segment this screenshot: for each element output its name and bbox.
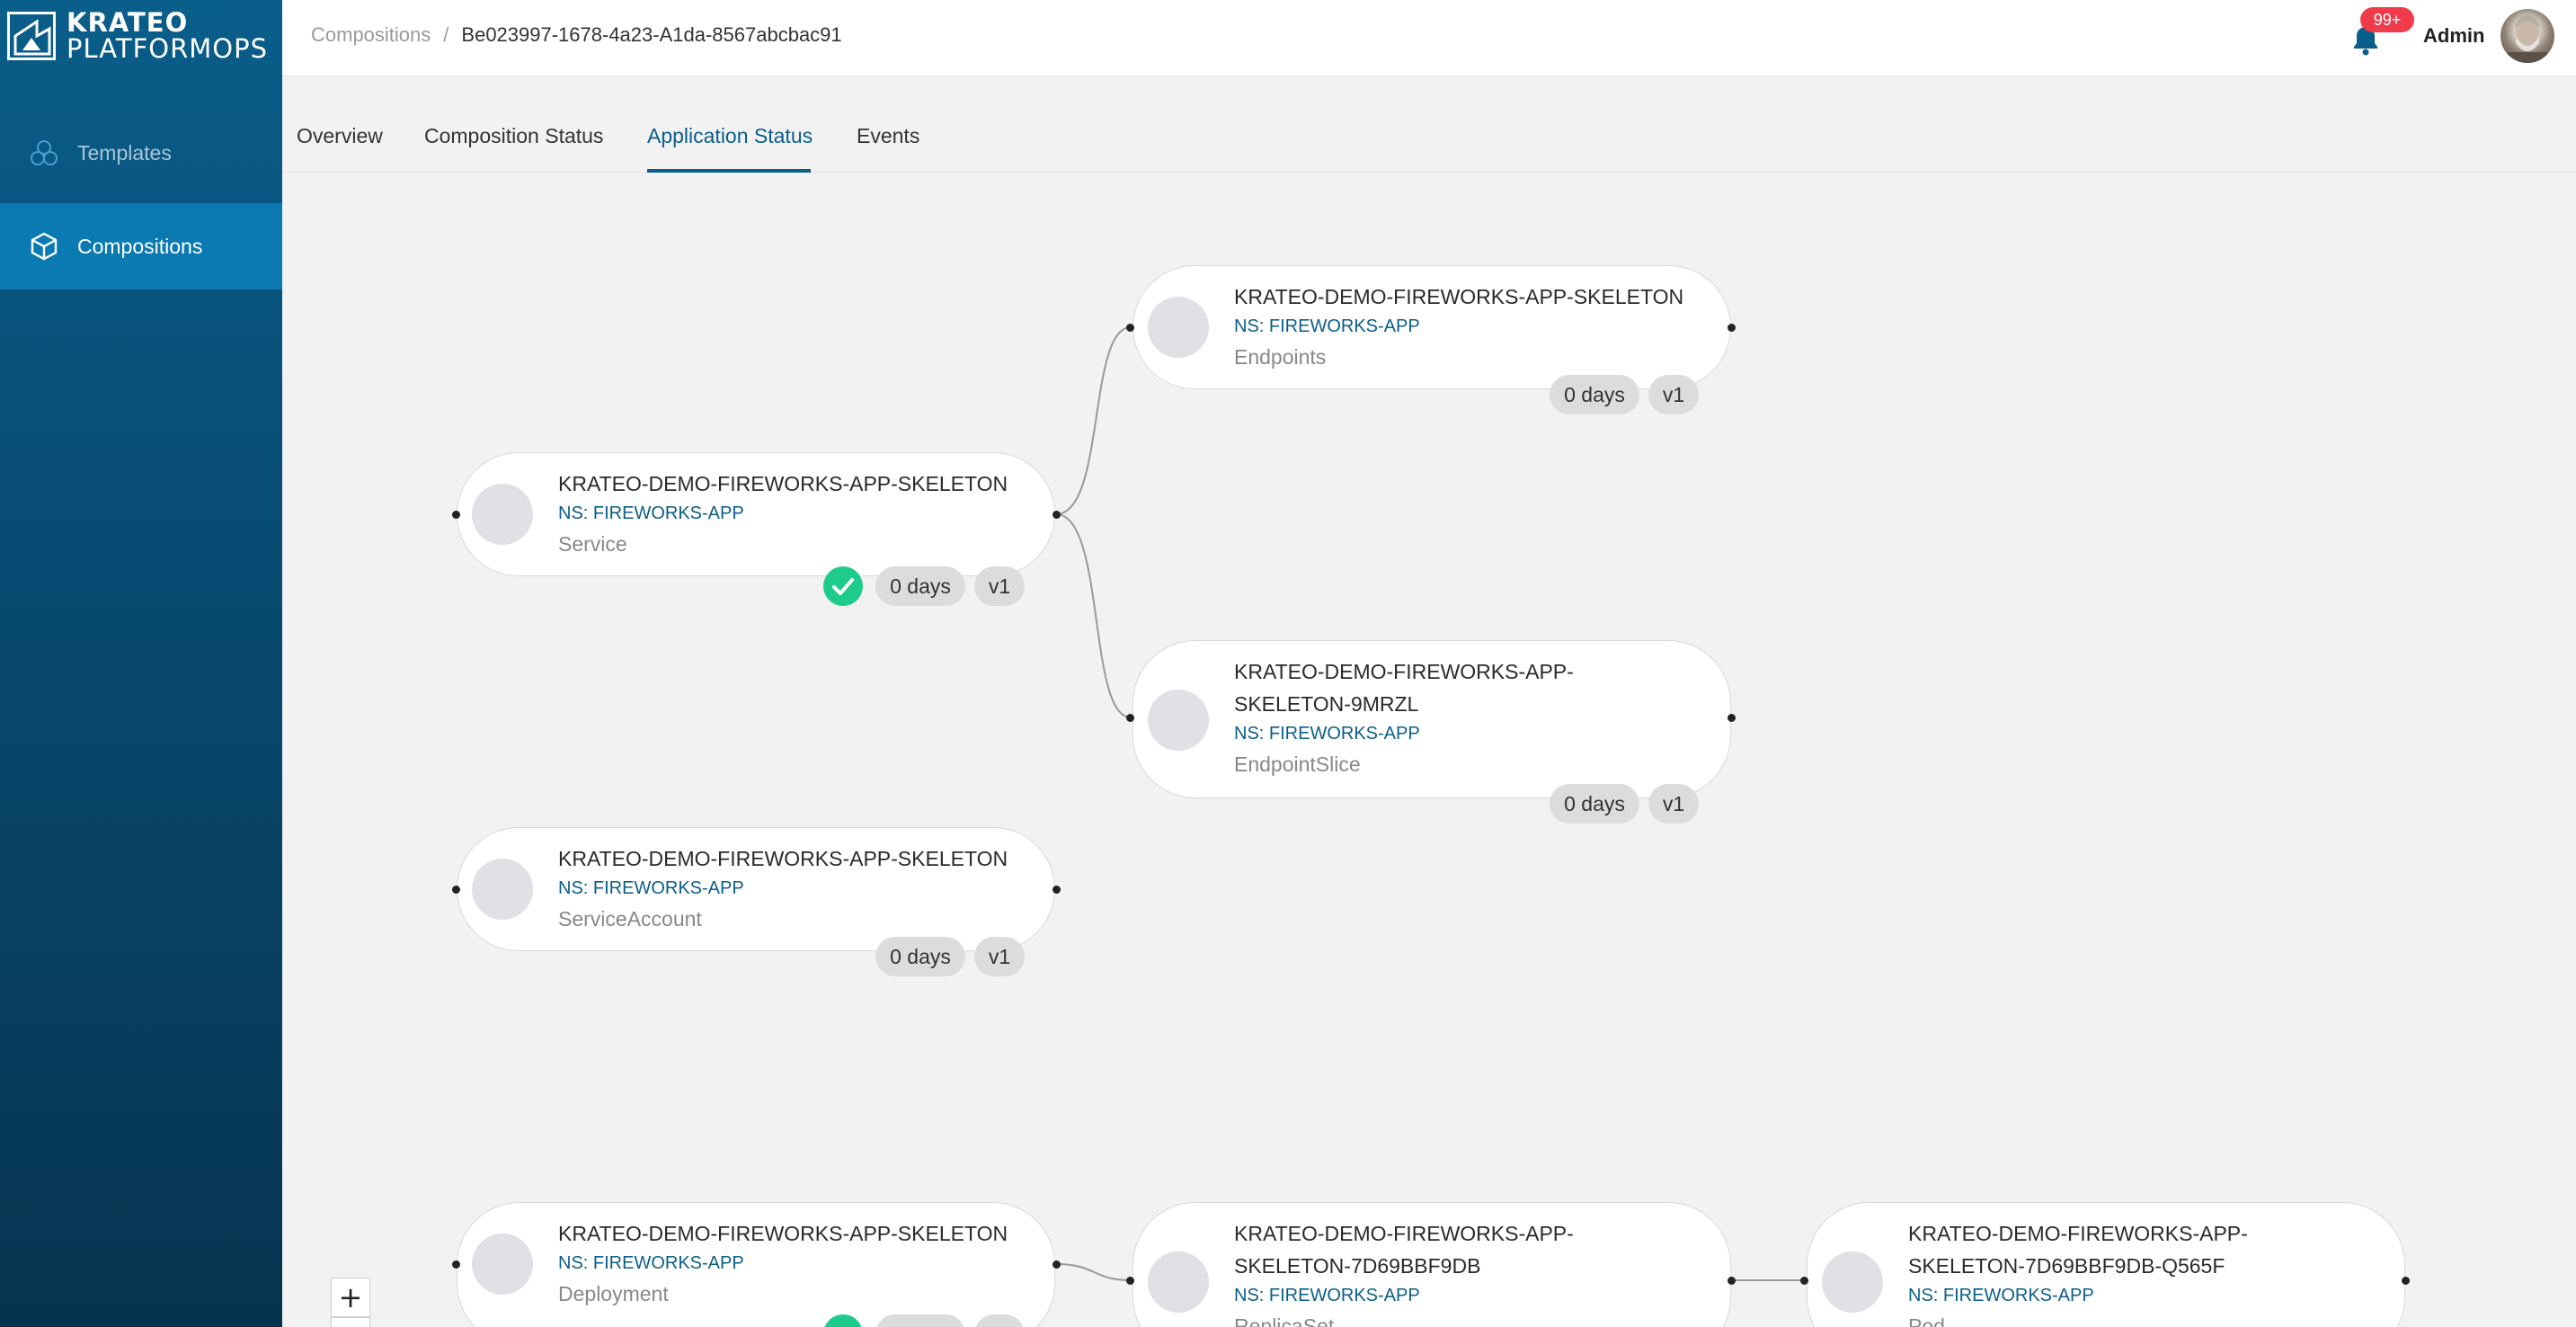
- version-badge: v1: [974, 937, 1025, 976]
- top-header: Compositions / Be023997-1678-4a23-A1da-8…: [282, 0, 2576, 76]
- breadcrumb-compositions-link[interactable]: Compositions: [311, 23, 431, 47]
- node-kind: EndpointSlice: [1234, 753, 1361, 776]
- port-out: [2402, 1277, 2410, 1285]
- sidebar-item-label: Compositions: [77, 234, 203, 258]
- edge-deployment-replicaset: [1055, 1263, 1132, 1281]
- node-namespace: NS: FIREWORKS-APP: [558, 1253, 744, 1273]
- node-deployment[interactable]: KRATEO-DEMO-FIREWORKS-APP-SKELETON NS: F…: [457, 1202, 1055, 1327]
- sidebar-item-label: Templates: [77, 140, 172, 165]
- tab-composition-status[interactable]: Composition Status: [424, 124, 603, 148]
- node-namespace: NS: FIREWORKS-APP: [1234, 316, 1420, 336]
- tab-application-status[interactable]: Application Status: [647, 124, 813, 148]
- breadcrumb-current: Be023997-1678-4a23-A1da-8567abcbac91: [461, 23, 842, 46]
- edge-service-endpointslice: [1055, 513, 1132, 718]
- port-in: [1126, 1277, 1134, 1285]
- node-serviceaccount[interactable]: KRATEO-DEMO-FIREWORKS-APP-SKELETON NS: F…: [457, 827, 1055, 951]
- node-kind: ReplicaSet: [1234, 1314, 1335, 1327]
- node-icon: [1148, 1251, 1209, 1313]
- node-endpointslice[interactable]: KRATEO-DEMO-FIREWORKS-APP-SKELETON-9MRZL…: [1133, 640, 1731, 798]
- port-in: [452, 886, 460, 894]
- node-name: KRATEO-DEMO-FIREWORKS-APP-SKELETON-7D69B…: [1908, 1222, 2248, 1278]
- tab-bar: [282, 77, 2576, 173]
- node-icon: [1148, 690, 1209, 751]
- check-icon: [823, 566, 863, 606]
- node-name: KRATEO-DEMO-FIREWORKS-APP-SKELETON-9MRZL: [1234, 660, 1574, 716]
- age-badge: 0 days: [875, 566, 965, 606]
- zoom-in-button[interactable]: +: [331, 1278, 370, 1317]
- port-out: [1053, 511, 1061, 519]
- age-badge: 0 days: [1550, 375, 1639, 414]
- port-out: [1053, 1260, 1061, 1269]
- port-in: [1126, 324, 1134, 332]
- tab-events[interactable]: Events: [857, 124, 919, 148]
- node-replicaset[interactable]: KRATEO-DEMO-FIREWORKS-APP-SKELETON-7D69B…: [1133, 1202, 1731, 1327]
- port-in: [452, 511, 460, 519]
- node-name: KRATEO-DEMO-FIREWORKS-APP-SKELETON: [1234, 285, 1684, 308]
- brand-line1: KRATEO: [67, 7, 189, 38]
- node-kind: Pod: [1908, 1314, 1945, 1327]
- age-badge: 0 days: [1550, 784, 1639, 824]
- edge-service-endpoints: [1055, 326, 1132, 515]
- breadcrumb-separator: /: [443, 23, 449, 46]
- node-endpoints[interactable]: KRATEO-DEMO-FIREWORKS-APP-SKELETON NS: F…: [1133, 265, 1731, 389]
- node-namespace: NS: FIREWORKS-APP: [1234, 724, 1420, 744]
- brand-logo[interactable]: KRATEO PLATFORMOPS: [7, 9, 268, 63]
- sidebar-item-compositions[interactable]: Compositions: [0, 203, 282, 289]
- user-name[interactable]: Admin: [2423, 24, 2484, 48]
- node-icon: [1822, 1251, 1883, 1313]
- active-tab-indicator: [647, 169, 811, 173]
- node-service[interactable]: KRATEO-DEMO-FIREWORKS-APP-SKELETON NS: F…: [457, 452, 1055, 576]
- node-kind: Endpoints: [1234, 345, 1327, 369]
- node-icon: [1148, 297, 1209, 358]
- node-name: KRATEO-DEMO-FIREWORKS-APP-SKELETON: [558, 1222, 1008, 1245]
- node-name: KRATEO-DEMO-FIREWORKS-APP-SKELETON-7D69B…: [1234, 1222, 1574, 1278]
- zoom-out-button[interactable]: [331, 1317, 370, 1327]
- node-pod[interactable]: KRATEO-DEMO-FIREWORKS-APP-SKELETON-7D69B…: [1807, 1202, 2405, 1327]
- port-out: [1728, 1277, 1736, 1285]
- node-name: KRATEO-DEMO-FIREWORKS-APP-SKELETON: [558, 472, 1008, 495]
- avatar[interactable]: [2500, 9, 2554, 63]
- age-badge: 0 days: [875, 937, 965, 976]
- version-badge: v1: [1648, 375, 1699, 414]
- breadcrumb: Compositions / Be023997-1678-4a23-A1da-8…: [311, 23, 842, 47]
- node-kind: Deployment: [558, 1282, 669, 1305]
- node-kind: ServiceAccount: [558, 907, 702, 931]
- node-icon: [472, 859, 533, 920]
- port-in: [452, 1260, 460, 1269]
- node-namespace: NS: FIREWORKS-APP: [558, 503, 744, 523]
- node-name: KRATEO-DEMO-FIREWORKS-APP-SKELETON: [558, 847, 1008, 870]
- node-namespace: NS: FIREWORKS-APP: [1234, 1286, 1420, 1305]
- krateo-logo-icon: [7, 12, 56, 60]
- node-icon: [472, 484, 533, 545]
- port-out: [1728, 324, 1736, 332]
- sidebar-item-templates[interactable]: Templates: [0, 110, 282, 196]
- sidebar: KRATEO PLATFORMOPS Templates Composition…: [0, 0, 282, 1327]
- node-namespace: NS: FIREWORKS-APP: [558, 878, 744, 898]
- cube-icon: [31, 232, 58, 261]
- port-in: [1126, 714, 1134, 722]
- port-out: [1053, 886, 1061, 894]
- version-badge: v1: [974, 566, 1025, 606]
- brand-line2: PLATFORMOPS: [67, 33, 269, 64]
- age-badge-partial: [875, 1314, 965, 1327]
- node-icon: [472, 1233, 533, 1295]
- node-kind: Service: [558, 532, 627, 556]
- node-namespace: NS: FIREWORKS-APP: [1908, 1286, 2094, 1305]
- notification-badge: 99+: [2360, 7, 2414, 32]
- port-in: [1800, 1277, 1808, 1285]
- tab-overview[interactable]: Overview: [297, 124, 383, 148]
- templates-icon: [31, 140, 58, 165]
- port-out: [1728, 714, 1736, 722]
- version-badge: v1: [1648, 784, 1699, 824]
